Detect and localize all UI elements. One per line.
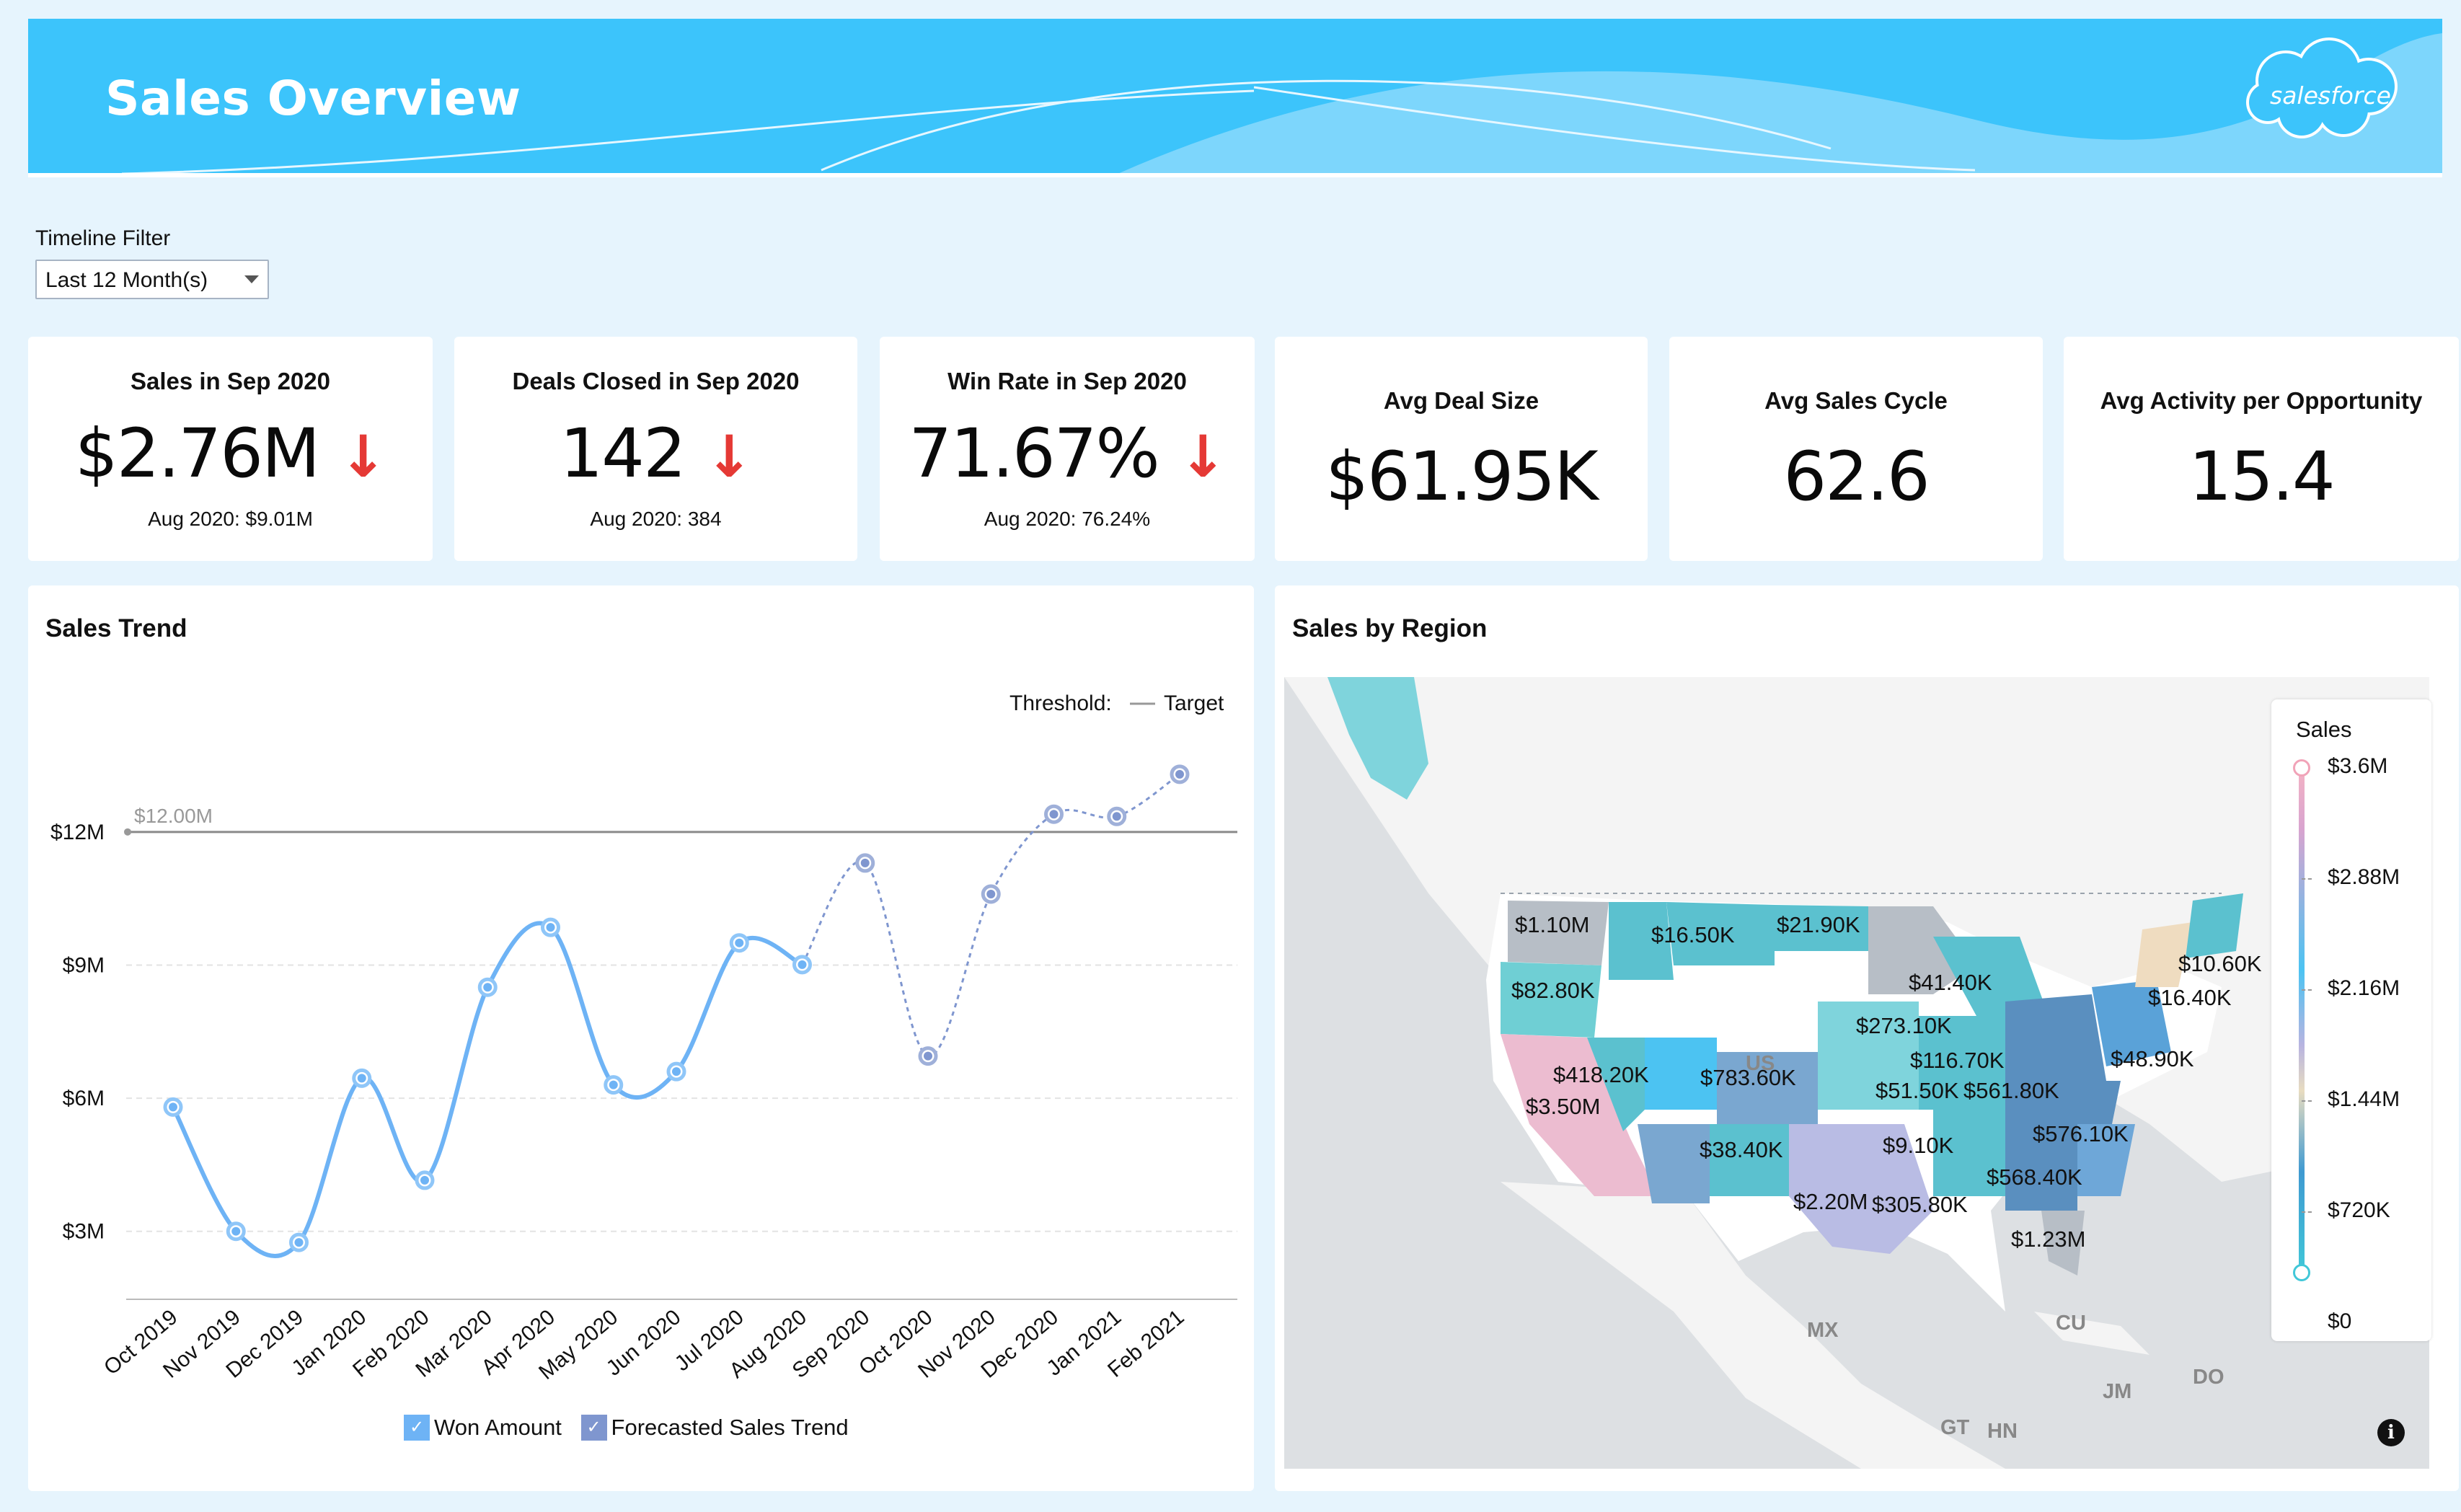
country-label-cu: CU [2056, 1312, 2086, 1335]
kpi-title: Avg Sales Cycle [1764, 387, 1948, 414]
kpi-value-text: 71.67% [909, 415, 1159, 493]
chart-legend: ✓ Won Amount ✓ Forecasted Sales Trend [404, 1413, 862, 1441]
country-label-mx: MX [1807, 1319, 1839, 1342]
kpi-value: 71.67% ↓ [880, 415, 1255, 493]
legend-tick [2302, 1211, 2312, 1213]
timeline-filter-select[interactable]: Last 12 Month(s) [35, 260, 269, 299]
sales-region-title: Sales by Region [1292, 614, 1488, 642]
state-value-label: $568.40K [1987, 1164, 2082, 1190]
kpi-value-text: 142 [560, 415, 686, 493]
map-legend-gradient [2299, 768, 2305, 1273]
kpi-value: $61.95K [1325, 438, 1599, 516]
legend-tick [2302, 878, 2312, 880]
state-value-label: $305.80K [1872, 1192, 1968, 1217]
state-value-label: $16.50K [1651, 922, 1735, 947]
state-ohio-valley [2005, 994, 2106, 1081]
checkbox-forecast[interactable]: ✓ [580, 1414, 607, 1441]
salesforce-logo-text: salesforce [2270, 81, 2391, 110]
kpi-comparison: Aug 2020: 384 [590, 508, 722, 530]
legend-label-forecast: Forecasted Sales Trend [611, 1414, 849, 1440]
country-label-gt: GT [1940, 1416, 1970, 1439]
state-value-label: $273.10K [1856, 1013, 1952, 1038]
country-label-hn: HN [1987, 1420, 2018, 1443]
map-legend-title: Sales [2296, 717, 2352, 742]
region-map[interactable]: US MX CU JM DO GT HN $1.10M $16.50K $21.… [1284, 677, 2429, 1469]
country-label-jm: JM [2103, 1380, 2132, 1403]
state-value-label: $16.40K [2148, 985, 2232, 1010]
kpi-comparison: Aug 2020: $9.01M [148, 508, 313, 530]
map-shapes [1284, 677, 2429, 1469]
state-value-label: $576.10K [2033, 1121, 2129, 1146]
state-new-england [2186, 893, 2243, 958]
kpi-value: $2.76M ↓ [28, 415, 433, 493]
state-value-label: $116.70K [1910, 1048, 2005, 1073]
legend-label-won-amount: Won Amount [434, 1414, 562, 1440]
kpi-card-win-rate: Win Rate in Sep 2020 71.67% ↓ Aug 2020: … [880, 337, 1255, 561]
timeline-filter-label: Timeline Filter [35, 226, 171, 250]
state-value-label: $783.60K [1700, 1065, 1796, 1090]
page-title: Sales Overview [105, 71, 521, 126]
state-value-label: $561.80K [1963, 1078, 2059, 1103]
legend-min-handle[interactable] [2293, 1264, 2310, 1281]
map-land-cuba [2034, 1312, 2149, 1355]
state-value-label: $1.10M [1515, 912, 1590, 937]
state-value-label: $9.10K [1883, 1133, 1954, 1158]
map-color-legend: Sales $3.6M $2.88M $2.16M $1.44M $720K $… [2271, 699, 2431, 1341]
kpi-value: 15.4 [2188, 438, 2335, 516]
kpi-title: Avg Activity per Opportunity [2100, 387, 2423, 414]
legend-value: $0 [2328, 1309, 2352, 1333]
chevron-down-icon [244, 275, 259, 283]
sales-trend-panel: Sales Trend [28, 585, 1254, 1491]
state-value-label: $3.50M [1526, 1094, 1601, 1119]
legend-tick [2302, 1100, 2312, 1102]
state-value-label: $418.20K [1553, 1062, 1649, 1087]
legend-value: $2.16M [2328, 976, 2400, 1000]
kpi-title: Deals Closed in Sep 2020 [512, 368, 800, 394]
kpi-value: 142 ↓ [454, 415, 857, 493]
kpi-title: Avg Deal Size [1383, 387, 1539, 414]
info-icon[interactable]: i [2377, 1419, 2405, 1446]
arrow-down-icon: ↓ [339, 423, 387, 490]
legend-value: $2.88M [2328, 865, 2400, 889]
arrow-down-icon: ↓ [704, 423, 754, 490]
sales-trend-title: Sales Trend [45, 614, 187, 642]
kpi-card-sales: Sales in Sep 2020 $2.76M ↓ Aug 2020: $9.… [28, 337, 433, 561]
timeline-filter-value: Last 12 Month(s) [45, 268, 208, 292]
kpi-comparison: Aug 2020: 76.24% [984, 508, 1151, 530]
kpi-card-avg-sales-cycle: Avg Sales Cycle 62.6 [1669, 337, 2043, 561]
kpi-card-deals-closed: Deals Closed in Sep 2020 142 ↓ Aug 2020:… [454, 337, 857, 561]
legend-max-handle[interactable] [2293, 759, 2310, 777]
state-value-label: $82.80K [1511, 978, 1595, 1003]
state-value-label: $10.60K [2178, 951, 2262, 976]
page-header: Sales Overview [28, 19, 2442, 177]
state-value-label: $48.90K [2111, 1046, 2194, 1071]
legend-tick [2302, 989, 2312, 991]
arrow-down-icon: ↓ [1178, 423, 1227, 490]
legend-value: $3.6M [2328, 754, 2388, 778]
kpi-title: Sales in Sep 2020 [130, 368, 330, 394]
state-value-label: $2.20M [1793, 1189, 1868, 1214]
state-value-label: $41.40K [1909, 970, 1992, 995]
kpi-title: Win Rate in Sep 2020 [947, 368, 1187, 394]
checkbox-won-amount[interactable]: ✓ [404, 1414, 430, 1441]
legend-value: $720K [2328, 1198, 2390, 1222]
state-value-label: $38.40K [1700, 1137, 1783, 1162]
kpi-card-avg-activity: Avg Activity per Opportunity 15.4 [2064, 337, 2459, 561]
state-value-label: $51.50K [1875, 1078, 1959, 1103]
country-label-do: DO [2193, 1366, 2224, 1389]
kpi-value: 62.6 [1783, 438, 1930, 516]
kpi-card-avg-deal-size: Avg Deal Size $61.95K [1275, 337, 1648, 561]
kpi-value-text: $2.76M [74, 415, 320, 493]
state-value-label: $21.90K [1777, 912, 1860, 937]
state-value-label: $1.23M [2011, 1226, 2086, 1252]
legend-value: $1.44M [2328, 1087, 2400, 1111]
